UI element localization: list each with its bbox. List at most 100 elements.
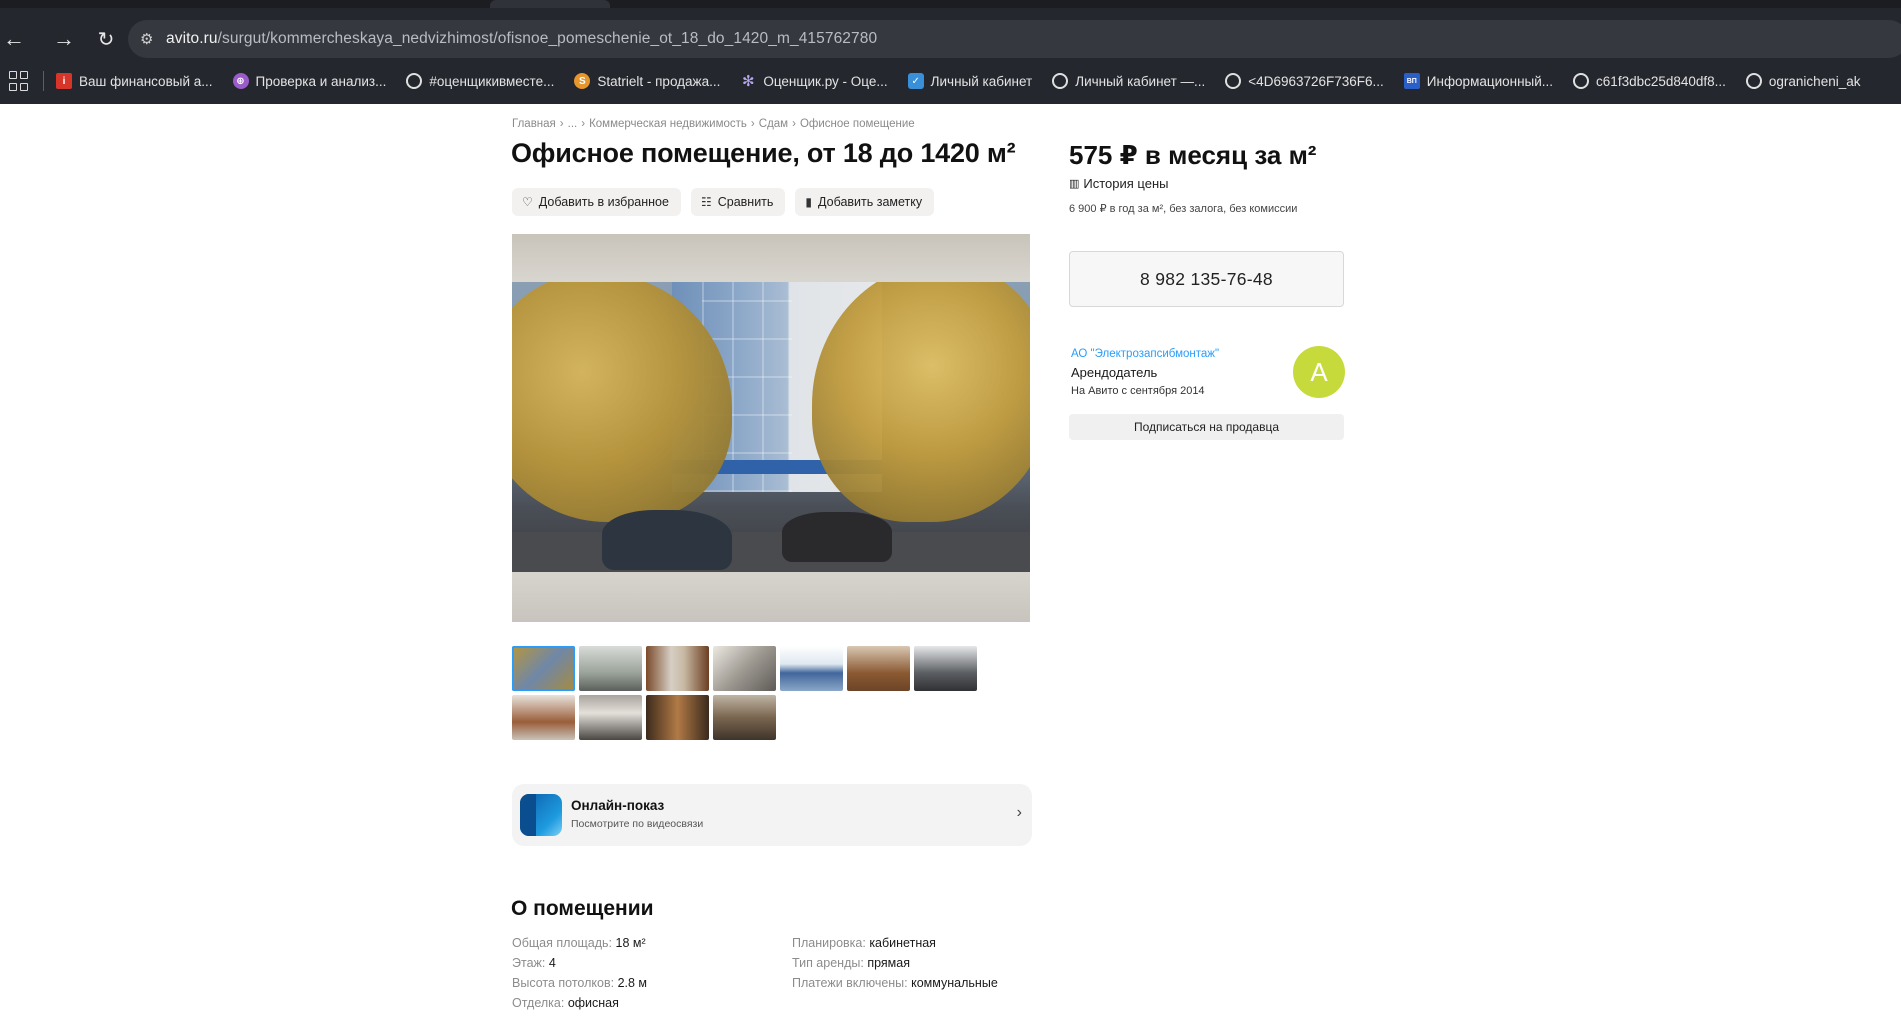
photo-thumbnail[interactable] xyxy=(713,646,776,691)
listing-title: Офисное помещение, от 18 до 1420 м² xyxy=(511,138,1016,168)
listing-actions: ♡ Добавить в избранное ☷ Сравнить ▮ Доба… xyxy=(512,188,935,216)
main-photo[interactable] xyxy=(512,234,1030,622)
property-param: Высота потолков: 2.8 м xyxy=(512,976,647,990)
info-bookmark-icon: ВП xyxy=(1403,73,1420,89)
globe-icon xyxy=(1052,73,1069,89)
breadcrumb-item[interactable]: Коммерческая недвижимость xyxy=(589,118,747,130)
breadcrumb-item[interactable]: ... xyxy=(568,118,578,130)
property-param: Тип аренды: прямая xyxy=(792,956,910,970)
param-value: 2.8 м xyxy=(617,976,648,990)
bookmark-label: Проверка и анализ... xyxy=(255,73,387,89)
param-key: Отделка: xyxy=(512,996,565,1010)
bookmark-item[interactable]: <4D6963726F736F6... xyxy=(1225,73,1384,89)
about-section-title: О помещении xyxy=(511,897,654,920)
apps-grid-icon[interactable] xyxy=(9,71,29,91)
photo-thumbnail[interactable] xyxy=(780,646,843,691)
tab-strip xyxy=(0,0,1901,8)
add-note-button[interactable]: ▮ Добавить заметку xyxy=(795,188,935,216)
subscribe-seller-button[interactable]: Подписаться на продавца xyxy=(1069,414,1344,440)
breadcrumb-separator: › xyxy=(559,118,564,130)
checkmark-bookmark-icon: ✓ xyxy=(907,73,924,89)
chevron-right-icon[interactable]: › xyxy=(1017,804,1022,822)
back-icon[interactable]: ← xyxy=(0,21,32,57)
breadcrumb-separator: › xyxy=(792,118,796,130)
seller-name-link[interactable]: АО "Электрозапсибмонтаж" xyxy=(1071,348,1219,360)
param-key: Планировка: xyxy=(792,936,866,950)
bookmark-item[interactable]: ogranicheni_ak xyxy=(1745,73,1860,89)
compare-button[interactable]: ☷ Сравнить xyxy=(690,188,786,216)
breadcrumb: Главная ›... › Коммерческая недвижимость › Сд… xyxy=(512,118,915,130)
online-show-banner[interactable]: Онлайн-показ Посмотрите по видеосвязи › xyxy=(512,784,1032,846)
url-host: avito.ru xyxy=(166,30,218,47)
param-value: офисная xyxy=(567,996,619,1010)
online-show-subtitle: Посмотрите по видеосвязи xyxy=(571,818,704,830)
forward-icon[interactable]: → xyxy=(46,21,82,57)
reload-icon[interactable]: ↻ xyxy=(88,21,124,57)
phone-button[interactable]: 8 982 135-76-48 xyxy=(1069,251,1344,307)
site-settings-icon[interactable]: ⚙ xyxy=(140,30,166,48)
bookmark-item[interactable]: ✓ Личный кабинет xyxy=(907,73,1032,89)
photo-thumbnail[interactable] xyxy=(646,646,709,691)
bookmark-item[interactable]: ✻ Оценщик.ру - Оце... xyxy=(740,73,888,90)
bookmark-label: <4D6963726F736F6... xyxy=(1248,73,1384,89)
bookmark-label: #оценщикивместе... xyxy=(429,73,555,89)
photo-thumbnail[interactable] xyxy=(512,646,575,691)
address-bar[interactable]: ⚙ avito.ru/surgut/kommercheskaya_nedvizh… xyxy=(128,20,1901,58)
compare-icon: ☷ xyxy=(700,195,712,209)
online-show-title: Онлайн-показ xyxy=(571,798,665,813)
note-label: Добавить заметку xyxy=(818,195,923,209)
finance-bookmark-icon: і xyxy=(56,73,72,89)
page-content: Главная ›... › Коммерческая недвижимость › Сд… xyxy=(0,104,1901,1026)
favorite-label: Добавить в избранное xyxy=(538,195,669,209)
param-value: 18 м² xyxy=(615,936,646,950)
bookmark-item[interactable]: S Statrielt - продажа... xyxy=(574,73,720,89)
bookmark-item[interactable]: #оценщикивместе... xyxy=(406,73,554,89)
bookmark-label: Statrielt - продажа... xyxy=(597,73,721,89)
photo-thumbnail[interactable] xyxy=(713,695,776,740)
breadcrumb-item[interactable]: Сдам xyxy=(759,118,788,130)
param-value: 4 xyxy=(548,956,556,970)
url-text[interactable]: avito.ru/surgut/kommercheskaya_nedvizhim… xyxy=(166,30,877,48)
param-key: Этаж: xyxy=(512,956,546,970)
bookmarks-bar: і Ваш финансовый а... ⊕ Проверка и анализ..… xyxy=(0,64,1901,98)
property-param: Отделка: офисная xyxy=(512,996,619,1010)
param-value: коммунальные xyxy=(911,976,998,990)
seller-avatar[interactable]: А xyxy=(1293,346,1345,398)
parking-ground xyxy=(512,532,1030,572)
bookmark-item[interactable]: і Ваш финансовый а... xyxy=(56,73,213,89)
parked-car-right xyxy=(782,512,892,562)
bookmark-item[interactable]: ВП Информационный... xyxy=(1403,73,1554,89)
property-params: Общая площадь: 18 м² Этаж: 4 Высота потолк… xyxy=(512,936,1052,1026)
photo-thumbnail[interactable] xyxy=(579,695,642,740)
photo-thumbnail[interactable] xyxy=(512,695,575,740)
seller-since: На Авито с сентября 2014 xyxy=(1071,385,1205,397)
bar-chart-icon: ▥ xyxy=(1069,178,1080,190)
bookmark-item[interactable]: c61f3dbc25d840df8... xyxy=(1573,73,1726,89)
statrielt-bookmark-icon: S xyxy=(574,73,591,89)
compare-label: Сравнить xyxy=(717,195,774,209)
autumn-tree-right xyxy=(812,282,1030,522)
active-tab[interactable] xyxy=(490,0,610,8)
heart-icon: ♡ xyxy=(522,195,533,209)
breadcrumb-item[interactable]: Главная xyxy=(512,118,556,130)
property-param: Планировка: кабинетная xyxy=(792,936,936,950)
param-key: Высота потолков: xyxy=(512,976,615,990)
price: 575 ₽ в месяц за м² xyxy=(1069,140,1317,170)
snowflake-bookmark-icon: ✻ xyxy=(742,73,755,90)
price-history-link[interactable]: ▥ История цены xyxy=(1069,176,1168,191)
bookmark-label: Ваш финансовый а... xyxy=(79,73,213,89)
photo-thumbnail[interactable] xyxy=(847,646,910,691)
add-to-favorites-button[interactable]: ♡ Добавить в избранное xyxy=(512,188,681,216)
bookmark-item[interactable]: Личный кабинет —... xyxy=(1052,73,1205,89)
photo-thumbnail[interactable] xyxy=(579,646,642,691)
photo-thumbnail[interactable] xyxy=(914,646,977,691)
bookmark-label: Информационный... xyxy=(1426,73,1554,89)
breadcrumb-item[interactable]: Офисное помещение xyxy=(800,118,915,130)
param-key: Общая площадь: xyxy=(512,936,613,950)
online-show-icon xyxy=(520,794,562,836)
navigation-bar: ← → ↻ ⚙ avito.ru/surgut/kommercheskaya_n… xyxy=(0,20,1901,58)
photo-thumbnail[interactable] xyxy=(646,695,709,740)
globe-icon xyxy=(1573,73,1590,89)
bookmark-item[interactable]: ⊕ Проверка и анализ... xyxy=(232,73,387,89)
bookmark-label: Личный кабинет —... xyxy=(1075,73,1206,89)
